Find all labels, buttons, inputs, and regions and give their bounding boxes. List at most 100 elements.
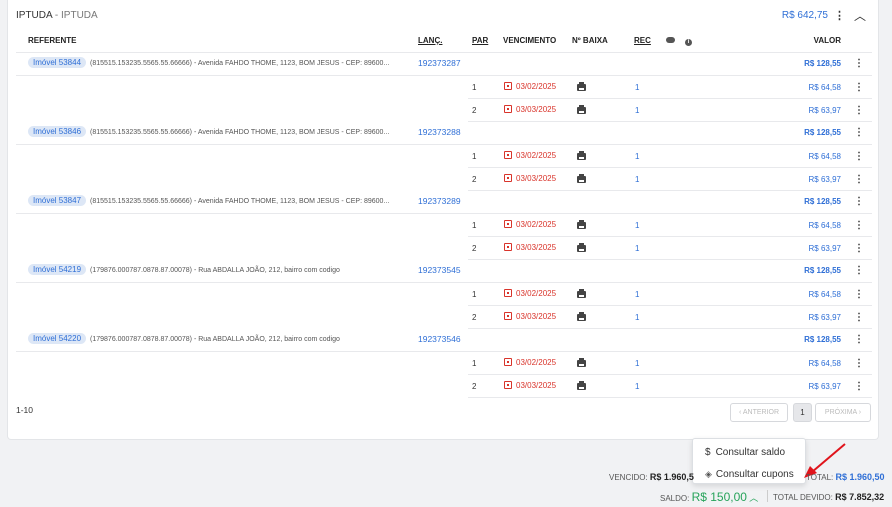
collapse-chevron-icon[interactable]: ︿ (854, 7, 866, 24)
rec-link[interactable]: 1 (635, 313, 639, 322)
parcel-number: 2 (472, 106, 477, 115)
printer-icon[interactable] (577, 358, 586, 369)
row-menu-icon[interactable]: ⋮ (854, 151, 864, 162)
col-lanc[interactable]: LANÇ. (418, 36, 442, 45)
imovel-chip[interactable]: Imóvel 54220 (28, 333, 87, 344)
calendar-icon (504, 151, 512, 159)
total-value: R$ 1.960,50 (835, 472, 885, 482)
vencimento-text: 03/03/2025 (516, 174, 557, 183)
calendar-icon (504, 289, 512, 297)
lanc-link[interactable]: 192373287 (418, 58, 461, 68)
vencimento-text: 03/02/2025 (516, 289, 557, 298)
rec-link[interactable]: 1 (635, 221, 639, 230)
lanc-link[interactable]: 192373289 (418, 196, 461, 206)
row-menu-icon[interactable]: ⋮ (854, 105, 864, 116)
calendar-icon (504, 381, 512, 389)
row-menu-icon[interactable]: ⋮ (854, 220, 864, 231)
row-divider (16, 282, 872, 283)
printer-icon[interactable] (577, 289, 586, 300)
parcel-value: R$ 63,97 (808, 313, 841, 322)
rec-link[interactable]: 1 (635, 175, 639, 184)
col-par[interactable]: PAR (472, 36, 488, 45)
printer-icon[interactable] (577, 220, 586, 231)
consult-saldo-item[interactable]: $ Consultar saldo (705, 447, 785, 458)
row-divider (16, 213, 872, 214)
imovel-address: (179876.000787.0878.87.00078) - Rua ABDA… (90, 267, 340, 274)
group-total: R$ 128,55 (804, 59, 841, 68)
row-divider (16, 75, 872, 76)
next-page-button[interactable]: PRÓXIMA › (815, 403, 871, 422)
total-devido-summary: TOTAL DEVIDO: R$ 7.852,32 (773, 492, 884, 502)
vencido-summary: VENCIDO: R$ 1.960,5 (609, 472, 694, 482)
imovel-chip[interactable]: Imóvel 53844 (28, 57, 87, 68)
lanc-link[interactable]: 192373545 (418, 265, 461, 275)
vencimento-text: 03/03/2025 (516, 105, 557, 114)
calendar-icon (504, 243, 512, 251)
rec-link[interactable]: 1 (635, 290, 639, 299)
parcel-value: R$ 63,97 (808, 106, 841, 115)
card-title: IPTUDA - IPTUDA (16, 10, 98, 21)
vencimento-date: 03/02/2025 (504, 289, 556, 298)
col-rec[interactable]: REC (634, 36, 651, 45)
row-menu-icon[interactable]: ⋮ (854, 289, 864, 300)
vencimento-date: 03/03/2025 (504, 312, 556, 321)
row-menu-icon[interactable]: ⋮ (854, 82, 864, 93)
rec-link[interactable]: 1 (635, 244, 639, 253)
imovel-address: (179876.000787.0878.87.00078) - Rua ABDA… (90, 336, 340, 343)
prev-page-button[interactable]: ‹ ANTERIOR (730, 403, 788, 422)
calendar-icon (504, 174, 512, 182)
rec-link[interactable]: 1 (635, 152, 639, 161)
rec-link[interactable]: 1 (635, 106, 639, 115)
saldo-chevron-up-icon[interactable]: ︿ (749, 493, 758, 503)
row-menu-icon[interactable]: ⋮ (854, 312, 864, 323)
row-menu-icon[interactable]: ⋮ (854, 58, 864, 69)
rec-link[interactable]: 1 (635, 83, 639, 92)
row-menu-icon[interactable]: ⋮ (854, 265, 864, 276)
group-referente: Imóvel 54219 (179876.000787.0878.87.00078… (28, 264, 340, 275)
row-menu-icon[interactable]: ⋮ (854, 358, 864, 369)
printer-icon[interactable] (577, 82, 586, 93)
lanc-link[interactable]: 192373288 (418, 127, 461, 137)
vencimento-text: 03/02/2025 (516, 220, 557, 229)
row-menu-icon[interactable]: ⋮ (854, 381, 864, 392)
group-referente: Imóvel 53847 (815515.153235.5565.55.66666… (28, 195, 389, 206)
row-menu-icon[interactable]: ⋮ (854, 334, 864, 345)
parcel-number: 2 (472, 175, 477, 184)
vencimento-date: 03/02/2025 (504, 151, 556, 160)
consult-cupons-item[interactable]: ◈ Consultar cupons (705, 469, 794, 480)
imovel-chip[interactable]: Imóvel 53846 (28, 126, 87, 137)
printer-icon[interactable] (577, 174, 586, 185)
row-menu-icon[interactable]: ⋮ (854, 196, 864, 207)
page-1-button[interactable]: 1 (793, 403, 812, 422)
group-total: R$ 128,55 (804, 197, 841, 206)
row-divider (468, 397, 872, 398)
imovel-chip[interactable]: Imóvel 53847 (28, 195, 87, 206)
group-total: R$ 128,55 (804, 266, 841, 275)
total-devido-value: R$ 7.852,32 (835, 492, 885, 502)
rec-link[interactable]: 1 (635, 359, 639, 368)
card-menu-icon[interactable]: ⋮ (834, 9, 845, 22)
col-valor: VALOR (813, 36, 841, 45)
parcel-number: 1 (472, 152, 477, 161)
printer-icon[interactable] (577, 312, 586, 323)
col-referente: REFERENTE (28, 36, 77, 45)
rec-link[interactable]: 1 (635, 382, 639, 391)
row-divider (16, 351, 872, 352)
row-divider (468, 190, 872, 191)
printer-icon[interactable] (577, 243, 586, 254)
printer-icon[interactable] (577, 105, 586, 116)
parcel-value: R$ 64,58 (808, 83, 841, 92)
vencimento-text: 03/02/2025 (516, 82, 557, 91)
row-menu-icon[interactable]: ⋮ (854, 174, 864, 185)
group-referente: Imóvel 53844 (815515.153235.5565.55.66666… (28, 57, 389, 68)
calendar-icon (504, 312, 512, 320)
row-menu-icon[interactable]: ⋮ (854, 243, 864, 254)
vencimento-text: 03/03/2025 (516, 381, 557, 390)
row-menu-icon[interactable]: ⋮ (854, 127, 864, 138)
imovel-chip[interactable]: Imóvel 54219 (28, 264, 87, 275)
printer-icon[interactable] (577, 381, 586, 392)
lanc-link[interactable]: 192373546 (418, 334, 461, 344)
printer-icon[interactable] (577, 151, 586, 162)
calendar-icon (504, 82, 512, 90)
row-divider (16, 144, 872, 145)
